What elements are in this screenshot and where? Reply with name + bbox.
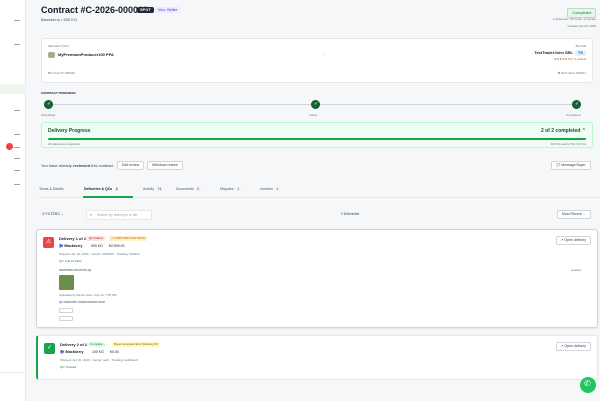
delivery-progress-right-note: 400 KG paid of 60 / 60 KG bbox=[550, 142, 586, 146]
delivery-shipping-info: Shipped: Apr 20, 2026 · Carrier: 2345445… bbox=[59, 252, 140, 256]
delivery-qc-line[interactable]: QC: Full lot Pass bbox=[59, 260, 82, 263]
check-icon: ✓ bbox=[314, 101, 319, 107]
step-label: Completed bbox=[566, 113, 581, 117]
contract-type-badge: SPOT bbox=[137, 7, 154, 13]
filters-button[interactable]: ⚲ FILTERS ⌄ bbox=[42, 212, 64, 217]
dispute-pill: ⚠ DISPUTED (RE-TEST) bbox=[109, 236, 148, 241]
step-label: Scheduled bbox=[41, 113, 56, 117]
open-delivery-button[interactable]: ↗ Open delivery bbox=[555, 236, 591, 245]
loaded-label: Loaded bbox=[570, 268, 581, 272]
buyer-name[interactable]: TestTraderJohn SRL bbox=[534, 51, 573, 55]
delivery-price: €2,900.00 bbox=[109, 244, 125, 248]
step-scheduled: ✓ bbox=[44, 100, 53, 109]
sidebar-item-icon[interactable] bbox=[14, 158, 20, 159]
alert-triangle-icon: ⚠ bbox=[43, 237, 54, 248]
deliveries-count: 2 Deliveries bbox=[341, 212, 360, 216]
uploaded-info: Uploaded by Admin User • Apr 20, 7:55 PM bbox=[59, 293, 117, 297]
delivery-qty: 100 KG bbox=[92, 350, 104, 354]
search-input[interactable]: ⌕ Search by delivery# or file bbox=[86, 210, 152, 220]
edit-review-button[interactable]: Edit review bbox=[117, 161, 145, 170]
delivery-status-pill: Complete bbox=[88, 342, 105, 347]
progress-section-title: CONTRACT PROGRESS bbox=[41, 91, 76, 95]
qc-report-file[interactable] bbox=[59, 316, 73, 321]
whatsapp-icon: ✆ bbox=[584, 379, 591, 388]
delivery-progress-card: Delivery Progress 2 of 2 completed ⌃ All… bbox=[41, 122, 593, 148]
seller-name[interactable]: MyPremiumProducer100 PFA bbox=[58, 53, 114, 57]
role-badge: You: Seller bbox=[155, 7, 181, 13]
delivery-progress-left-note: All deliveries completed bbox=[48, 142, 80, 146]
tab-invoices[interactable]: Invoices 1 bbox=[260, 187, 280, 192]
step-completed: ✓ bbox=[572, 100, 581, 109]
delivery-qc-line[interactable]: QC: Passed bbox=[60, 366, 76, 369]
sidebar-item-icon[interactable] bbox=[14, 110, 20, 111]
product-line: Blackberry • 500 KG bbox=[41, 17, 78, 22]
sidebar-item-icon[interactable] bbox=[14, 170, 20, 171]
buyer-rating[interactable]: ★★★★★ 5.0 / 1 review bbox=[554, 58, 586, 61]
qc-report-label: QC REPORT FROM INSPECTOR bbox=[59, 300, 105, 304]
page-title: Contract #C-2026-000010 bbox=[41, 5, 149, 15]
sidebar-item-active[interactable] bbox=[0, 84, 26, 94]
qc-status-pill: QC Failed bbox=[87, 236, 105, 241]
buyer-accepted-pill: Buyer accepted all of Delivery #2 bbox=[112, 342, 160, 347]
delivery-progress-fill bbox=[48, 138, 586, 140]
shipping-photos-label: SHIPPING PHOTOS (2) bbox=[59, 268, 92, 272]
delivery-title: Delivery 2 of 2 bbox=[60, 342, 88, 347]
delivery-product: 🫐 Blackberry bbox=[60, 350, 84, 354]
tab-activity[interactable]: Activity 74 bbox=[143, 187, 163, 192]
delivery-qty: 500 KG bbox=[91, 244, 103, 248]
search-placeholder: Search by delivery# or file bbox=[97, 213, 138, 217]
whatsapp-chat-button[interactable]: ✆ bbox=[580, 377, 596, 393]
seller-label: SELLER (YOU) bbox=[48, 44, 69, 48]
sidebar-item-icon[interactable] bbox=[14, 134, 20, 135]
buyer-avatar: TS bbox=[574, 50, 586, 56]
arrow-icon: → bbox=[321, 52, 325, 56]
tab-bar: Terms & Details Deliveries & QCs 2 Activi… bbox=[39, 186, 600, 198]
delivery-title: Delivery 1 of 2 bbox=[59, 236, 87, 241]
main-content: Contract #C-2026-000010 SPOT You: Seller… bbox=[34, 0, 600, 401]
sidebar-item-icon[interactable] bbox=[14, 184, 20, 185]
step-active: ✓ bbox=[311, 100, 320, 109]
delivery-shipping-info: Shipped: Apr 20, 2026 · Carrier: asdf · … bbox=[60, 358, 138, 362]
review-text: You have already reviewed this contract. bbox=[41, 163, 114, 168]
delivery-price: €0.00 bbox=[110, 350, 119, 354]
sidebar-divider bbox=[0, 372, 26, 373]
tab-deliveries[interactable]: Deliveries & QCs 2 bbox=[84, 187, 120, 192]
sort-select[interactable]: Most Recent ⌄ bbox=[557, 210, 591, 219]
message-buyer-button[interactable]: 💬 Message Buyer bbox=[551, 161, 591, 170]
sidebar-item-icon[interactable] bbox=[14, 147, 20, 148]
deliveries-summary: 2 deliveries • 60 Total • complete bbox=[552, 17, 596, 21]
open-delivery-button[interactable]: ↗ Open delivery bbox=[555, 342, 591, 351]
buyer-id: ⇄ ROJ-AR-0-908231 bbox=[557, 71, 586, 75]
check-icon: ✓ bbox=[44, 343, 55, 354]
buyer-label: BUYER bbox=[575, 44, 586, 48]
step-label: Active bbox=[309, 113, 318, 117]
delivery-card-2[interactable]: ✓ Delivery 2 of 2 Complete Buyer accepte… bbox=[36, 335, 598, 380]
seller-id: ⇄ Ind.ALCT-938340 bbox=[48, 71, 75, 75]
tab-disputes[interactable]: Disputes 1 bbox=[220, 187, 241, 192]
check-icon: ✓ bbox=[575, 101, 580, 107]
delivery-progress-title: Delivery Progress bbox=[48, 128, 91, 134]
delivery-progress-bar bbox=[48, 138, 586, 140]
delivery-product: 🫐 Blackberry bbox=[59, 244, 83, 248]
seller-logo-icon bbox=[48, 52, 55, 58]
sidebar-item-icon[interactable] bbox=[14, 44, 20, 45]
sidebar-item-icon[interactable] bbox=[14, 20, 20, 21]
sidebar bbox=[0, 0, 26, 401]
tab-terms[interactable]: Terms & Details bbox=[39, 187, 64, 192]
parties-card: SELLER (YOU) MyPremiumProducer100 PFA → … bbox=[41, 38, 593, 83]
delivery-card-1[interactable]: ⚠ Delivery 1 of 2 QC Failed ⚠ DISPUTED (… bbox=[36, 229, 598, 328]
active-tab-indicator bbox=[83, 196, 133, 198]
search-icon: ⌕ bbox=[90, 212, 93, 217]
delivery-progress-count[interactable]: 2 of 2 completed ⌃ bbox=[541, 129, 586, 134]
notification-badge bbox=[6, 143, 13, 150]
withdraw-review-button[interactable]: Withdraw review bbox=[147, 161, 183, 170]
shipping-photo-thumbnail[interactable] bbox=[59, 275, 74, 290]
tab-documents[interactable]: Documents 0 bbox=[176, 187, 201, 192]
check-icon: ✓ bbox=[47, 101, 52, 107]
created-date: Created Apr 20, 2026 bbox=[567, 24, 596, 28]
qc-report-file[interactable] bbox=[59, 308, 73, 313]
